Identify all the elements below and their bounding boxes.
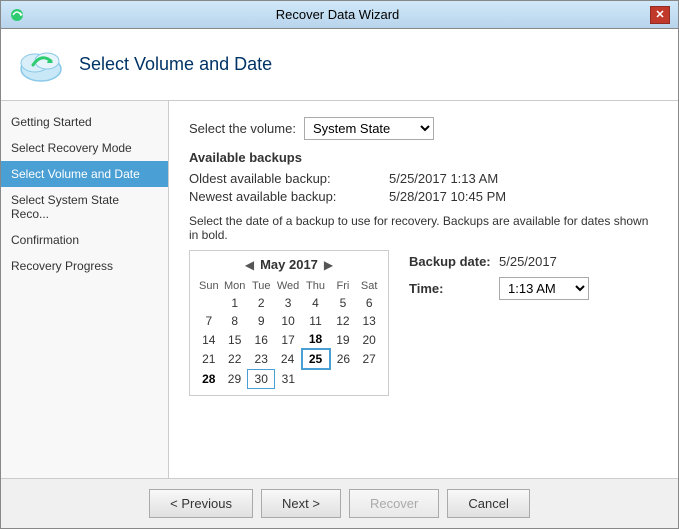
calendar-dow-thu: Thu bbox=[302, 278, 330, 294]
calendar-day-15[interactable]: 15 bbox=[222, 330, 248, 349]
calendar-week-row: 14151617181920 bbox=[196, 330, 382, 349]
calendar-month-year: May 2017 bbox=[260, 257, 318, 272]
calendar-day-16[interactable]: 16 bbox=[248, 330, 275, 349]
header-icon bbox=[17, 41, 65, 89]
instruction-text: Select the date of a backup to use for r… bbox=[189, 214, 658, 242]
calendar-day-27[interactable]: 27 bbox=[356, 349, 382, 369]
calendar-day-empty bbox=[356, 369, 382, 388]
calendar-day-12[interactable]: 12 bbox=[330, 312, 357, 330]
calendar-day-13[interactable]: 13 bbox=[356, 312, 382, 330]
calendar-day-2[interactable]: 2 bbox=[248, 294, 275, 312]
calendar-day-22[interactable]: 22 bbox=[222, 349, 248, 369]
calendar-day-26[interactable]: 26 bbox=[330, 349, 357, 369]
calendar-day-empty bbox=[330, 369, 357, 388]
time-select[interactable]: 1:13 AM2:00 PM10:45 PM bbox=[499, 277, 589, 300]
calendar-header: ◀ May 2017 ▶ bbox=[196, 257, 382, 272]
calendar-dow-tue: Tue bbox=[248, 278, 275, 294]
backup-date-label: Backup date: bbox=[409, 254, 499, 269]
oldest-backup-row: Oldest available backup: 5/25/2017 1:13 … bbox=[189, 171, 658, 186]
volume-label: Select the volume: bbox=[189, 121, 296, 136]
close-button[interactable]: ✕ bbox=[650, 6, 670, 24]
calendar-day-8[interactable]: 8 bbox=[222, 312, 248, 330]
calendar-day-25[interactable]: 25 bbox=[302, 349, 330, 369]
backup-date-value: 5/25/2017 bbox=[499, 254, 557, 269]
recover-button[interactable]: Recover bbox=[349, 489, 439, 518]
calendar-day-10[interactable]: 10 bbox=[275, 312, 302, 330]
window-title: Recover Data Wizard bbox=[25, 7, 650, 22]
backup-date-row: Backup date: 5/25/2017 bbox=[409, 254, 589, 269]
page-title: Select Volume and Date bbox=[79, 54, 272, 75]
calendar-day-6[interactable]: 6 bbox=[356, 294, 382, 312]
calendar-day-24[interactable]: 24 bbox=[275, 349, 302, 369]
time-row: Time: 1:13 AM2:00 PM10:45 PM bbox=[409, 277, 589, 300]
calendar-day-empty bbox=[196, 294, 222, 312]
calendar-dow-wed: Wed bbox=[275, 278, 302, 294]
newest-backup-row: Newest available backup: 5/28/2017 10:45… bbox=[189, 189, 658, 204]
cancel-button[interactable]: Cancel bbox=[447, 489, 529, 518]
calendar-week-row: 123456 bbox=[196, 294, 382, 312]
calendar-day-29[interactable]: 29 bbox=[222, 369, 248, 388]
available-backups-label: Available backups bbox=[189, 150, 658, 165]
calendar: ◀ May 2017 ▶ SunMonTueWedThuFriSat 12345… bbox=[189, 250, 389, 396]
calendar-body: 1234567891011121314151617181920212223242… bbox=[196, 294, 382, 388]
prev-month-button[interactable]: ◀ bbox=[239, 258, 260, 272]
calendar-dow-sat: Sat bbox=[356, 278, 382, 294]
wizard-window: Recover Data Wizard ✕ Select Volume and … bbox=[0, 0, 679, 529]
main-content: Select the volume: System StateC:D: Avai… bbox=[169, 101, 678, 478]
sidebar-item-confirmation[interactable]: Confirmation bbox=[1, 227, 168, 253]
calendar-week-row: 21222324252627 bbox=[196, 349, 382, 369]
volume-row: Select the volume: System StateC:D: bbox=[189, 117, 658, 140]
calendar-grid: SunMonTueWedThuFriSat 123456789101112131… bbox=[196, 278, 382, 389]
next-button[interactable]: Next > bbox=[261, 489, 341, 518]
sidebar-item-select-volume-and-date[interactable]: Select Volume and Date bbox=[1, 161, 168, 187]
volume-select[interactable]: System StateC:D: bbox=[304, 117, 434, 140]
content-area: Getting StartedSelect Recovery ModeSelec… bbox=[1, 101, 678, 478]
calendar-day-14[interactable]: 14 bbox=[196, 330, 222, 349]
calendar-week-row: 78910111213 bbox=[196, 312, 382, 330]
calendar-day-3[interactable]: 3 bbox=[275, 294, 302, 312]
calendar-day-5[interactable]: 5 bbox=[330, 294, 357, 312]
calendar-dow-fri: Fri bbox=[330, 278, 357, 294]
calendar-day-20[interactable]: 20 bbox=[356, 330, 382, 349]
calendar-dow-mon: Mon bbox=[222, 278, 248, 294]
calendar-days-header: SunMonTueWedThuFriSat bbox=[196, 278, 382, 294]
calendar-day-9[interactable]: 9 bbox=[248, 312, 275, 330]
sidebar-item-select-system-state-reco[interactable]: Select System State Reco... bbox=[1, 187, 168, 227]
newest-value: 5/28/2017 10:45 PM bbox=[389, 189, 506, 204]
calendar-day-empty bbox=[302, 369, 330, 388]
oldest-value: 5/25/2017 1:13 AM bbox=[389, 171, 498, 186]
sidebar-item-recovery-progress[interactable]: Recovery Progress bbox=[1, 253, 168, 279]
calendar-day-28[interactable]: 28 bbox=[196, 369, 222, 388]
oldest-label: Oldest available backup: bbox=[189, 171, 389, 186]
calendar-day-18[interactable]: 18 bbox=[302, 330, 330, 349]
wizard-footer: < Previous Next > Recover Cancel bbox=[1, 478, 678, 528]
wizard-header: Select Volume and Date bbox=[1, 29, 678, 101]
calendar-day-11[interactable]: 11 bbox=[302, 312, 330, 330]
calendar-date-area: ◀ May 2017 ▶ SunMonTueWedThuFriSat 12345… bbox=[189, 250, 658, 396]
calendar-day-19[interactable]: 19 bbox=[330, 330, 357, 349]
calendar-day-1[interactable]: 1 bbox=[222, 294, 248, 312]
title-bar: Recover Data Wizard ✕ bbox=[1, 1, 678, 29]
app-icon bbox=[9, 7, 25, 23]
calendar-day-17[interactable]: 17 bbox=[275, 330, 302, 349]
calendar-day-21[interactable]: 21 bbox=[196, 349, 222, 369]
sidebar-item-select-recovery-mode[interactable]: Select Recovery Mode bbox=[1, 135, 168, 161]
calendar-day-30[interactable]: 30 bbox=[248, 369, 275, 388]
calendar-day-23[interactable]: 23 bbox=[248, 349, 275, 369]
sidebar: Getting StartedSelect Recovery ModeSelec… bbox=[1, 101, 169, 478]
date-time-panel: Backup date: 5/25/2017 Time: 1:13 AM2:00… bbox=[409, 250, 589, 308]
calendar-day-31[interactable]: 31 bbox=[275, 369, 302, 388]
calendar-week-row: 28293031 bbox=[196, 369, 382, 388]
calendar-dow-sun: Sun bbox=[196, 278, 222, 294]
sidebar-item-getting-started[interactable]: Getting Started bbox=[1, 109, 168, 135]
newest-label: Newest available backup: bbox=[189, 189, 389, 204]
calendar-day-7[interactable]: 7 bbox=[196, 312, 222, 330]
next-month-button[interactable]: ▶ bbox=[318, 258, 339, 272]
previous-button[interactable]: < Previous bbox=[149, 489, 253, 518]
calendar-day-4[interactable]: 4 bbox=[302, 294, 330, 312]
time-label: Time: bbox=[409, 281, 499, 296]
